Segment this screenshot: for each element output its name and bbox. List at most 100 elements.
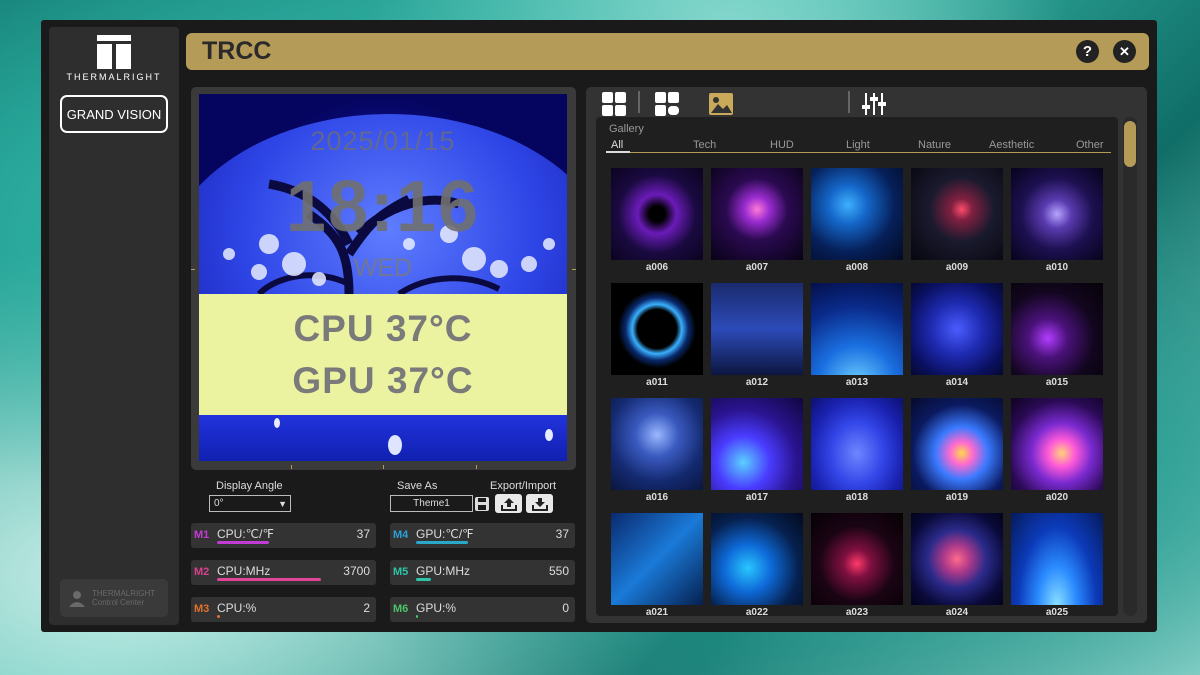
gallery-thumbnail-a006[interactable]	[611, 168, 703, 260]
app-title: TRCC	[202, 37, 272, 65]
gallery-thumbnail-a016[interactable]	[611, 398, 703, 490]
export-icon	[500, 497, 517, 511]
export-button[interactable]	[495, 494, 522, 513]
lcd-time: 18:16	[285, 167, 481, 247]
sensor-slot: M4	[393, 529, 409, 541]
gallery-thumbnail-a009[interactable]	[911, 168, 1003, 260]
gallery-thumbnail-a025[interactable]	[1011, 513, 1103, 605]
gallery-thumbnail-a019[interactable]	[911, 398, 1003, 490]
thumbnail-label: a010	[1045, 262, 1069, 273]
thumbnail-label: a023	[845, 607, 869, 616]
thumbnail-label: a024	[945, 607, 969, 616]
sensor-value: 37	[356, 527, 370, 541]
gallery-thumbnail-a022[interactable]	[711, 513, 803, 605]
gallery-title: Gallery	[609, 123, 644, 135]
sensor-level-bar	[217, 615, 220, 618]
close-icon: ✕	[1119, 43, 1130, 59]
sensor-slot: M2	[194, 566, 210, 578]
sensor-level-bar	[217, 578, 321, 581]
thumbnail-label: a008	[845, 262, 869, 273]
sensor-row-m6[interactable]: M6 GPU:% 0	[390, 597, 575, 622]
lcd-preview[interactable]: 2025/01/15 18:16 WED CPU 37°C GPU 37°C	[199, 94, 567, 461]
help-button[interactable]: ?	[1076, 40, 1099, 63]
sensor-slot: M6	[393, 603, 409, 615]
control-center-button[interactable]: THERMALRIGHT Control Center	[60, 579, 168, 617]
thumbnail-label: a021	[645, 607, 669, 616]
lcd-stats-band: CPU 37°C GPU 37°C	[199, 294, 567, 415]
settings-sliders-icon[interactable]	[861, 91, 887, 117]
sensor-level-bar	[416, 541, 468, 544]
sensor-value: 37	[555, 527, 569, 541]
gallery-thumbnail-a024[interactable]	[911, 513, 1003, 605]
toolbar-separator	[848, 91, 850, 113]
tab-aesthetic[interactable]: Aesthetic	[989, 139, 1034, 151]
thumbnail-label: a019	[945, 492, 969, 503]
image-gallery-icon[interactable]	[708, 91, 734, 117]
display-angle-value: 0°	[214, 498, 224, 509]
sensor-row-m1[interactable]: M1 CPU:℃/℉ 37	[191, 523, 376, 548]
lcd-weekday: WED	[353, 254, 413, 282]
sensor-row-m3[interactable]: M3 CPU:% 2	[191, 597, 376, 622]
cloud-themes-icon[interactable]	[654, 91, 680, 117]
sensor-name: GPU:℃/℉	[416, 527, 474, 541]
gallery-scrollbar[interactable]	[1123, 117, 1137, 616]
gallery-thumbnail-a007[interactable]	[711, 168, 803, 260]
gallery-thumbnail-a017[interactable]	[711, 398, 803, 490]
thumbnail-label: a018	[845, 492, 869, 503]
save-theme-button[interactable]	[473, 495, 491, 512]
thumbnail-label: a007	[745, 262, 769, 273]
gallery-thumbnail-a008[interactable]	[811, 168, 903, 260]
device-grand-vision-button[interactable]: GRAND VISION	[60, 95, 168, 133]
sensor-row-m4[interactable]: M4 GPU:℃/℉ 37	[390, 523, 575, 548]
sensor-row-m5[interactable]: M5 GPU:MHz 550	[390, 560, 575, 585]
sensor-slot: M3	[194, 603, 210, 615]
gallery-thumbnail-a012[interactable]	[711, 283, 803, 375]
tab-tech[interactable]: Tech	[693, 139, 716, 151]
thumbnail-label: a014	[945, 377, 969, 388]
gallery-thumbnail-a021[interactable]	[611, 513, 703, 605]
tab-hud[interactable]: HUD	[770, 139, 794, 151]
tab-other[interactable]: Other	[1076, 139, 1104, 151]
gallery-thumbnail-a015[interactable]	[1011, 283, 1103, 375]
scrollbar-thumb[interactable]	[1124, 121, 1136, 167]
gallery-thumbnail-a013[interactable]	[811, 283, 903, 375]
gallery-thumbnail-a014[interactable]	[911, 283, 1003, 375]
control-center-brand: THERMALRIGHT	[92, 589, 156, 598]
sensor-slot: M5	[393, 566, 409, 578]
lcd-bottom-strip	[199, 415, 567, 461]
gallery-thumbnail-a011[interactable]	[611, 283, 703, 375]
control-center-label: Control Center	[92, 598, 145, 607]
sensor-slot: M1	[194, 529, 210, 541]
sensor-name: GPU:MHz	[416, 564, 470, 578]
lcd-background: 2025/01/15 18:16 WED	[199, 94, 567, 444]
tab-light[interactable]: Light	[846, 139, 870, 151]
lcd-gpu-temp: GPU 37°C	[292, 360, 474, 401]
sensor-level-bar	[217, 541, 269, 544]
sensor-row-m2[interactable]: M2 CPU:MHz 3700	[191, 560, 376, 585]
help-icon: ?	[1082, 43, 1093, 60]
ruler-tick	[191, 269, 195, 270]
display-angle-select[interactable]: 0° ▼	[209, 495, 291, 512]
gallery-content: Gallery All Tech HUD Light Nature Aesthetic Ot…	[596, 117, 1118, 616]
save-as-label: Save As	[397, 480, 438, 492]
import-button[interactable]	[526, 494, 553, 513]
sensor-value: 3700	[343, 564, 370, 578]
sidebar: THERMALRIGHT GRAND VISION THERMALRIGHT C…	[49, 27, 179, 625]
gallery-thumbnail-a018[interactable]	[811, 398, 903, 490]
tab-all[interactable]: All	[611, 139, 623, 151]
export-import-label: Export/Import	[490, 480, 557, 492]
close-button[interactable]: ✕	[1113, 40, 1136, 63]
gallery-thumbnail-a023[interactable]	[811, 513, 903, 605]
theme-name-input[interactable]: Theme1	[390, 495, 473, 512]
tab-nature[interactable]: Nature	[918, 139, 951, 151]
sensor-value: 550	[548, 564, 569, 578]
thumbnail-label: a022	[745, 607, 769, 616]
gallery-thumbnail-a010[interactable]	[1011, 168, 1103, 260]
sensor-name: CPU:MHz	[217, 564, 271, 578]
petal-decoration	[274, 418, 553, 455]
ruler-tick	[383, 465, 384, 469]
grid-view-icon[interactable]	[601, 91, 627, 117]
thumbnail-label: a015	[1045, 377, 1069, 388]
title-bar: TRCC ? ✕	[186, 33, 1149, 70]
gallery-thumbnail-a020[interactable]	[1011, 398, 1103, 490]
